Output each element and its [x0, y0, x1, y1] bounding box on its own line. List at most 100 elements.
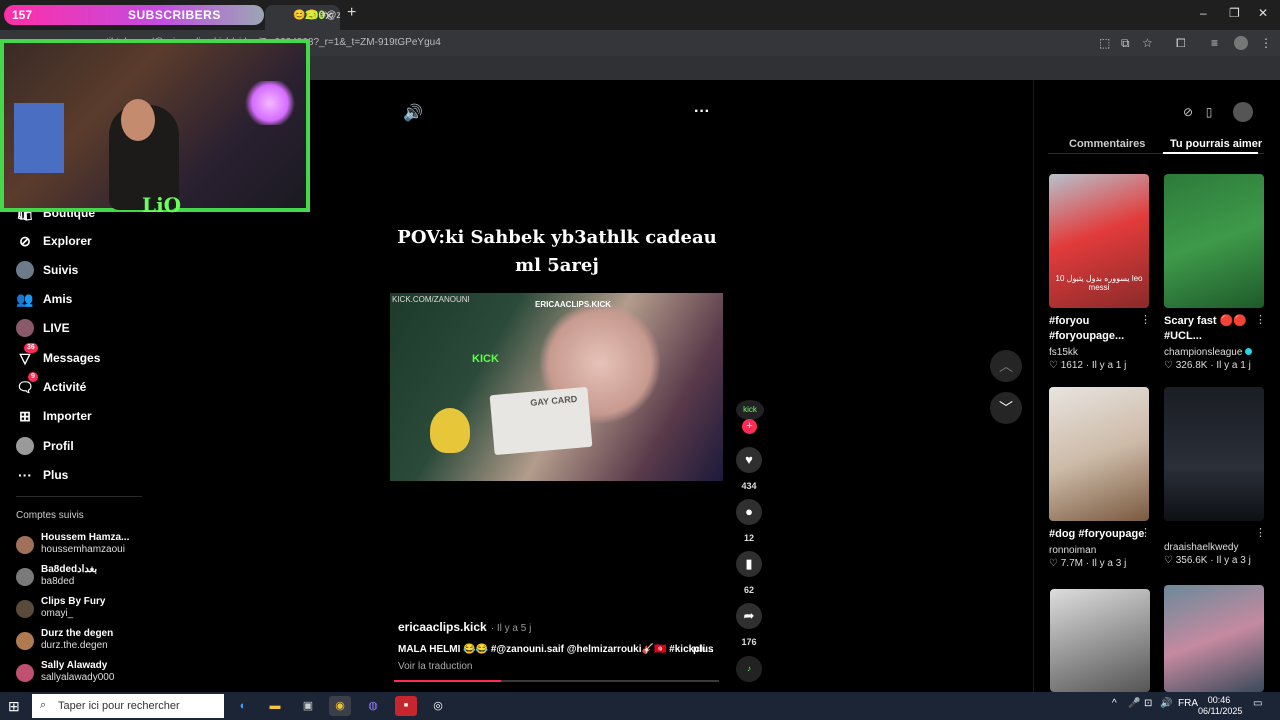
- translate-link[interactable]: Voir la traduction: [398, 661, 473, 672]
- like-count: ♡ 7.7M: [1049, 558, 1083, 569]
- followed-account[interactable]: Ba8dedبغداد ba8ded: [16, 564, 146, 592]
- sound-icon[interactable]: 🔊: [403, 103, 423, 123]
- file-explorer-icon[interactable]: ▬: [264, 696, 286, 716]
- followed-account[interactable]: Sally Alawady sallyalawady000: [16, 660, 146, 688]
- account-name: Houssem Hamza...: [41, 532, 130, 543]
- bookmark-icon: ▮: [745, 556, 753, 571]
- edge-icon[interactable]: ◐: [232, 696, 254, 716]
- new-tab-button[interactable]: +: [347, 4, 356, 22]
- card-more-icon[interactable]: ⋮: [1255, 526, 1266, 539]
- suggested-video-user[interactable]: draaishaelkwedy: [1164, 542, 1239, 553]
- chrome-icon[interactable]: ◉: [329, 696, 351, 716]
- store-icon[interactable]: ▣: [297, 696, 319, 716]
- streamlabs-icon[interactable]: ■: [395, 696, 417, 716]
- live-avatar-icon: [16, 319, 34, 337]
- description-more-link[interactable]: plus: [693, 644, 714, 655]
- post-author[interactable]: ericaaclips.kick · Il y a 5 j: [398, 620, 531, 634]
- suggested-video-title[interactable]: #foryou #foryoupage...: [1049, 314, 1145, 344]
- like-button[interactable]: ♥: [736, 447, 762, 473]
- webcam-face: [121, 99, 155, 141]
- suggested-video-title[interactable]: #dog #foryoupage: [1049, 527, 1145, 542]
- minimize-button[interactable]: –: [1200, 6, 1207, 20]
- sidebar-item-label: Suivis: [43, 263, 79, 277]
- microphone-icon[interactable]: 🎤: [1128, 698, 1140, 709]
- sidebar-item-label: Profil: [43, 439, 74, 453]
- suggested-video-thumbnail[interactable]: [1164, 387, 1264, 521]
- suggested-video-thumbnail[interactable]: [1049, 387, 1149, 521]
- comment-icon: ●: [745, 504, 753, 519]
- suggested-video-thumbnail[interactable]: [1050, 589, 1150, 692]
- suggested-video-thumbnail[interactable]: [1164, 585, 1264, 692]
- phone-icon[interactable]: ▯: [1199, 102, 1219, 122]
- sidebar-item-label: Amis: [43, 292, 73, 306]
- profile-avatar[interactable]: [1234, 36, 1248, 50]
- suggested-video-thumbnail[interactable]: يسووره بدول يتبول 10 leo messi: [1049, 174, 1149, 308]
- active-tab-indicator: [1163, 152, 1258, 154]
- discord-icon[interactable]: ◍: [362, 696, 384, 716]
- profile-avatar-icon: [16, 437, 34, 455]
- sidebar-item-label: LIVE: [43, 321, 70, 335]
- follow-plus-button[interactable]: +: [742, 419, 757, 434]
- next-video-button[interactable]: ﹀: [990, 392, 1022, 424]
- compass-icon[interactable]: ⊘: [1178, 102, 1198, 122]
- volume-icon[interactable]: 🔊: [1160, 698, 1172, 709]
- video-kick-sign: KICK: [472, 353, 499, 365]
- notification-icon[interactable]: ▭: [1253, 698, 1262, 709]
- extensions-icon[interactable]: ⧠: [1176, 36, 1186, 51]
- tab-close-icon[interactable]: ✕: [324, 5, 334, 27]
- taskbar-clock[interactable]: 00:46 06/11/2025: [1198, 695, 1242, 717]
- suggested-video-user[interactable]: championsleague: [1164, 347, 1253, 358]
- translate-icon[interactable]: ⧉: [1121, 36, 1130, 51]
- save-button[interactable]: ▮: [736, 551, 762, 577]
- bookmark-star-icon[interactable]: ☆: [1142, 36, 1153, 50]
- music-disc[interactable]: ♪: [736, 656, 762, 682]
- suggested-video-thumbnail[interactable]: [1164, 174, 1264, 308]
- windows-start-icon[interactable]: ⊞: [8, 698, 20, 715]
- activity-badge: 9: [28, 372, 38, 382]
- comment-button[interactable]: ●: [736, 499, 762, 525]
- suggested-video-title[interactable]: Scary fast 🔴🔴 #UCL...: [1164, 314, 1260, 344]
- search-icon: ⌕: [40, 699, 47, 711]
- tab-suggestions[interactable]: Tu pourrais aimer: [1170, 138, 1262, 150]
- sidebar-item-label: Explorer: [43, 234, 92, 248]
- obs-icon[interactable]: ◎: [427, 696, 449, 716]
- close-window-button[interactable]: ✕: [1258, 6, 1268, 20]
- followed-account[interactable]: Durz the degen durz.the.degen: [16, 628, 146, 656]
- taskbar-search-input[interactable]: Taper ici pour rechercher: [32, 694, 224, 718]
- share-icon: ➦: [743, 608, 755, 623]
- previous-video-button[interactable]: ︿: [990, 350, 1022, 382]
- maximize-button[interactable]: ❐: [1229, 6, 1240, 20]
- followed-account[interactable]: Houssem Hamza... houssemhamzaoui: [16, 532, 146, 560]
- suggested-video-user[interactable]: fs15kk: [1049, 347, 1078, 358]
- browser-menu-icon[interactable]: ⋮: [1260, 36, 1272, 50]
- network-icon[interactable]: ⊡: [1144, 698, 1152, 709]
- avatar: [16, 600, 34, 618]
- video-more-icon[interactable]: ···: [694, 103, 710, 121]
- tab-comments[interactable]: Commentaires: [1069, 138, 1145, 150]
- share-button[interactable]: ➦: [736, 603, 762, 629]
- account-handle: houssemhamzaoui: [41, 544, 125, 555]
- video-progress-bar[interactable]: [394, 680, 719, 682]
- video-card-text: GAY CARD: [529, 393, 578, 408]
- messages-badge: 36: [24, 343, 38, 353]
- tray-chevron-icon[interactable]: ^: [1112, 698, 1117, 709]
- browser-tab[interactable]: 😊😊 #@z ✕: [265, 5, 340, 30]
- card-more-icon[interactable]: ⋮: [1140, 313, 1151, 326]
- card-more-icon[interactable]: ⋮: [1255, 313, 1266, 326]
- install-app-icon[interactable]: ⬚: [1099, 36, 1110, 50]
- creator-avatar[interactable]: kick: [736, 400, 764, 420]
- author-name[interactable]: ericaaclips.kick: [398, 620, 487, 634]
- post-age: · Il y a 1 j: [1085, 360, 1127, 371]
- card-more-icon[interactable]: ⋮: [1140, 526, 1151, 539]
- video-player[interactable]: KICK GAY CARD KICK.COM/ZANOUNI ERICAACLI…: [390, 293, 723, 481]
- comment-count: 12: [743, 533, 754, 543]
- compass-icon: ⊘: [19, 233, 31, 249]
- account-name: Clips By Fury: [41, 596, 106, 607]
- media-control-icon[interactable]: ≡: [1211, 36, 1218, 50]
- post-age: · Il y a 3 j: [1210, 555, 1251, 566]
- followed-account[interactable]: Clips By Fury omayi_: [16, 596, 146, 624]
- user-avatar[interactable]: [1233, 102, 1253, 122]
- language-indicator[interactable]: FRA: [1178, 698, 1198, 709]
- chevron-up-icon: ︿: [999, 358, 1013, 374]
- suggested-video-user[interactable]: ronnoiman: [1049, 545, 1096, 556]
